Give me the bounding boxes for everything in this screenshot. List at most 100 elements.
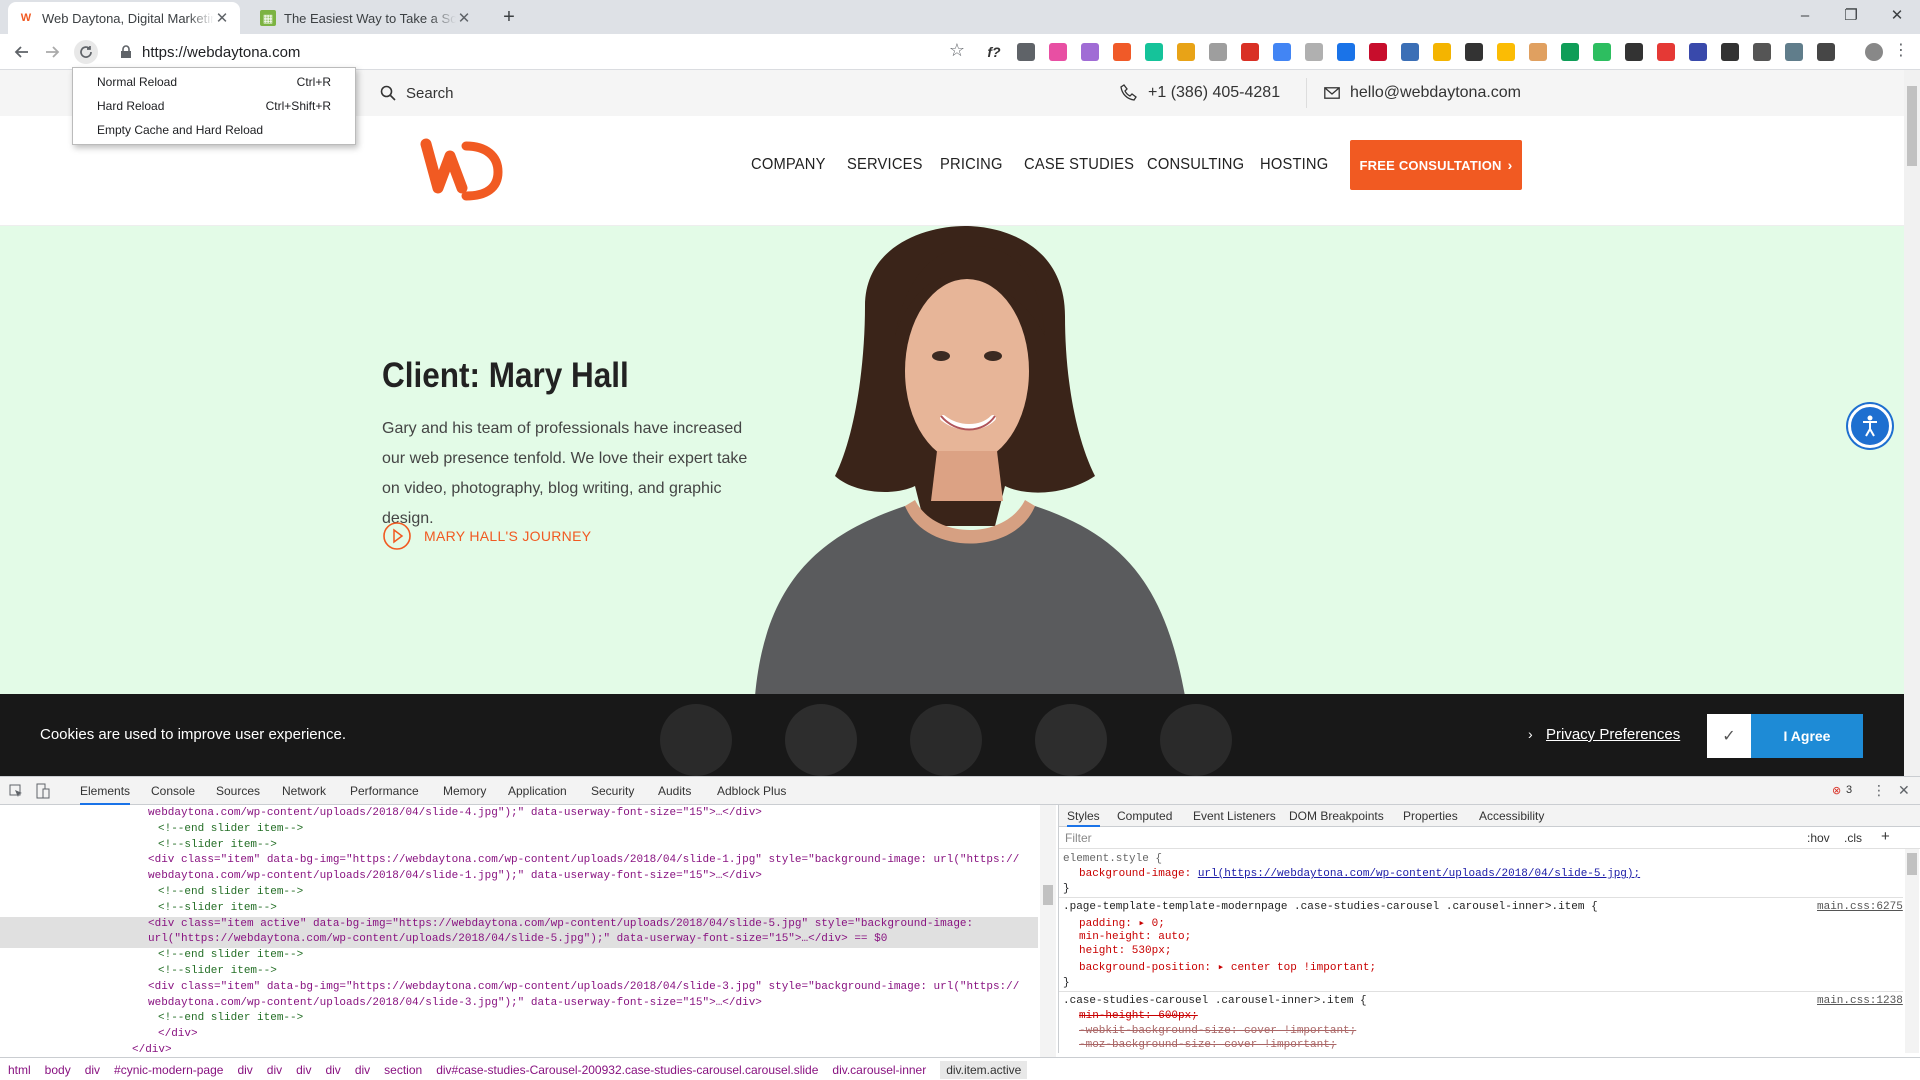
reload-button[interactable] [74, 40, 98, 64]
journey-link[interactable]: MARY HALL'S JOURNEY [382, 521, 591, 551]
breadcrumb-item[interactable]: div [296, 1063, 311, 1077]
breadcrumb-item[interactable]: div.carousel-inner [832, 1063, 926, 1077]
extension-f-icon[interactable]: f? [985, 43, 1003, 61]
breadcrumb-item[interactable]: div [355, 1063, 370, 1077]
accessibility-button[interactable] [1848, 404, 1892, 448]
extension-ext7-icon[interactable] [1177, 43, 1195, 61]
breadcrumb-item[interactable]: div#case-studies-Carousel-200932.case-st… [436, 1063, 818, 1077]
page-scrollbar[interactable] [1904, 70, 1920, 776]
styles-tab-styles[interactable]: Styles [1067, 809, 1100, 827]
styles-scrollbar[interactable] [1905, 849, 1919, 1053]
dom-node-line[interactable]: webdaytona.com/wp-content/uploads/2018/0… [148, 996, 762, 1012]
css-declaration[interactable]: height: 530px; [1079, 945, 1171, 957]
breadcrumb-item[interactable]: body [45, 1063, 71, 1077]
rule-source-link[interactable]: main.css:1238 [1817, 995, 1903, 1007]
cls-toggle[interactable]: .cls [1844, 831, 1862, 845]
chrome-menu-icon[interactable]: ⋮ [1893, 40, 1909, 60]
minimize-button[interactable]: – [1782, 0, 1828, 30]
scrollbar-thumb[interactable] [1043, 885, 1053, 905]
css-value[interactable]: url(https://webdaytona.com/wp-content/up… [1198, 868, 1640, 880]
back-button[interactable] [10, 40, 34, 64]
extension-ext3-icon[interactable] [1049, 43, 1067, 61]
nav-services[interactable]: SERVICES [847, 156, 923, 174]
scrollbar-thumb[interactable] [1907, 853, 1917, 875]
webdaytona-logo-icon[interactable] [420, 136, 504, 202]
devtools-tab-security[interactable]: Security [591, 784, 634, 798]
dom-node-line[interactable]: webdaytona.com/wp-content/uploads/2018/0… [148, 806, 762, 822]
rule-source-link[interactable]: main.css:6275 [1817, 901, 1903, 913]
extension-ext8-icon[interactable] [1209, 43, 1227, 61]
html-comment-line[interactable]: <!--slider item--> [158, 901, 277, 917]
html-comment-line[interactable]: <!--slider item--> [158, 838, 277, 854]
css-declaration[interactable]: min-height: auto; [1079, 931, 1191, 943]
breadcrumb-item[interactable]: div [325, 1063, 340, 1077]
nav-hosting[interactable]: HOSTING [1260, 156, 1328, 174]
close-devtools-icon[interactable]: ✕ [1898, 782, 1910, 799]
css-declaration[interactable]: padding: ▸ 0; [1079, 916, 1165, 930]
styles-tab-dom-breakpoints[interactable]: DOM Breakpoints [1289, 809, 1384, 823]
styles-tab-computed[interactable]: Computed [1117, 809, 1172, 823]
thumbnail[interactable] [1035, 704, 1107, 776]
devtools-tab-console[interactable]: Console [151, 784, 195, 798]
devtools-tab-performance[interactable]: Performance [350, 784, 419, 798]
close-tab-icon[interactable]: ✕ [214, 9, 230, 27]
extension-grammarly-icon[interactable] [1145, 43, 1163, 61]
devtools-menu-icon[interactable]: ⋮ [1872, 782, 1886, 799]
hov-toggle[interactable]: :hov [1807, 831, 1830, 845]
css-declaration[interactable]: -webkit-background-size: cover !importan… [1079, 1025, 1356, 1037]
devtools-tab-adblock-plus[interactable]: Adblock Plus [717, 784, 786, 798]
devtools-tab-audits[interactable]: Audits [658, 784, 691, 798]
devtools-tab-sources[interactable]: Sources [216, 784, 260, 798]
thumbnail[interactable] [910, 704, 982, 776]
styles-tab-properties[interactable]: Properties [1403, 809, 1458, 823]
dom-node-line[interactable]: <div class="item active" data-bg-img="ht… [0, 916, 1038, 933]
new-tab-button[interactable]: + [496, 4, 522, 30]
extension-ext17-icon[interactable] [1497, 43, 1515, 61]
extension-ext19-icon[interactable] [1561, 43, 1579, 61]
breadcrumb-item[interactable]: section [384, 1063, 422, 1077]
dom-node-line[interactable]: url("https://webdaytona.com/wp-content/u… [0, 932, 1038, 949]
tab-webdaytona[interactable]: W Web Daytona, Digital Marketing ✕ [8, 2, 240, 34]
address-bar[interactable]: https://webdaytona.com ☆ [110, 38, 965, 66]
extension-ext11-icon[interactable] [1305, 43, 1323, 61]
profile-avatar[interactable] [1865, 43, 1883, 61]
extension-abp-icon[interactable] [1369, 43, 1387, 61]
html-comment-line[interactable]: <!--end slider item--> [158, 822, 303, 838]
phone-link[interactable]: +1 (386) 405-4281 [1148, 84, 1280, 102]
dom-node-line[interactable]: <div class="item" data-bg-img="https://w… [148, 980, 1019, 996]
html-comment-line[interactable]: <!--end slider item--> [158, 1011, 303, 1027]
html-comment-line[interactable]: <!--end slider item--> [158, 948, 303, 964]
dom-node-line[interactable]: webdaytona.com/wp-content/uploads/2018/0… [148, 869, 762, 885]
css-declaration[interactable]: -moz-background-size: cover !important; [1079, 1039, 1336, 1051]
search-label[interactable]: Search [406, 85, 454, 102]
breadcrumb-item[interactable]: html [8, 1063, 31, 1077]
extension-ext24-icon[interactable] [1721, 43, 1739, 61]
extension-evernote-icon[interactable] [1593, 43, 1611, 61]
elements-scrollbar[interactable] [1040, 805, 1056, 1057]
nav-pricing[interactable]: PRICING [940, 156, 1003, 174]
dom-node-line[interactable]: <div class="item" data-bg-img="https://w… [148, 853, 1019, 869]
maximize-button[interactable]: ❐ [1828, 0, 1874, 30]
menu-item-hard-reload[interactable]: Hard Reload Ctrl+Shift+R [73, 94, 355, 118]
extension-ext22-icon[interactable] [1657, 43, 1675, 61]
tab-screenshot-article[interactable]: ▦ The Easiest Way to Take a Screen ✕ [250, 2, 482, 34]
extension-ext18-icon[interactable] [1529, 43, 1547, 61]
scrollbar-thumb[interactable] [1907, 86, 1917, 166]
extension-ext9-icon[interactable] [1241, 43, 1259, 61]
breadcrumb-item[interactable]: div [85, 1063, 100, 1077]
check-button[interactable]: ✓ [1707, 714, 1751, 758]
breadcrumb-item[interactable]: div [267, 1063, 282, 1077]
error-count[interactable]: 3 [1846, 784, 1852, 796]
agree-button[interactable]: I Agree [1751, 714, 1863, 758]
extension-ext12-icon[interactable] [1337, 43, 1355, 61]
thumbnail[interactable] [785, 704, 857, 776]
extension-ext26-icon[interactable] [1785, 43, 1803, 61]
privacy-preferences-link[interactable]: Privacy Preferences [1546, 726, 1680, 743]
html-comment-line[interactable]: <!--slider item--> [158, 964, 277, 980]
dom-node-line[interactable]: </div> [158, 1027, 198, 1043]
css-declaration[interactable]: background-position: ▸ center top !impor… [1079, 960, 1376, 974]
thumbnail[interactable] [1160, 704, 1232, 776]
forward-button[interactable] [40, 40, 64, 64]
filter-input[interactable]: Filter [1065, 831, 1092, 845]
extension-ext5-icon[interactable] [1113, 43, 1131, 61]
